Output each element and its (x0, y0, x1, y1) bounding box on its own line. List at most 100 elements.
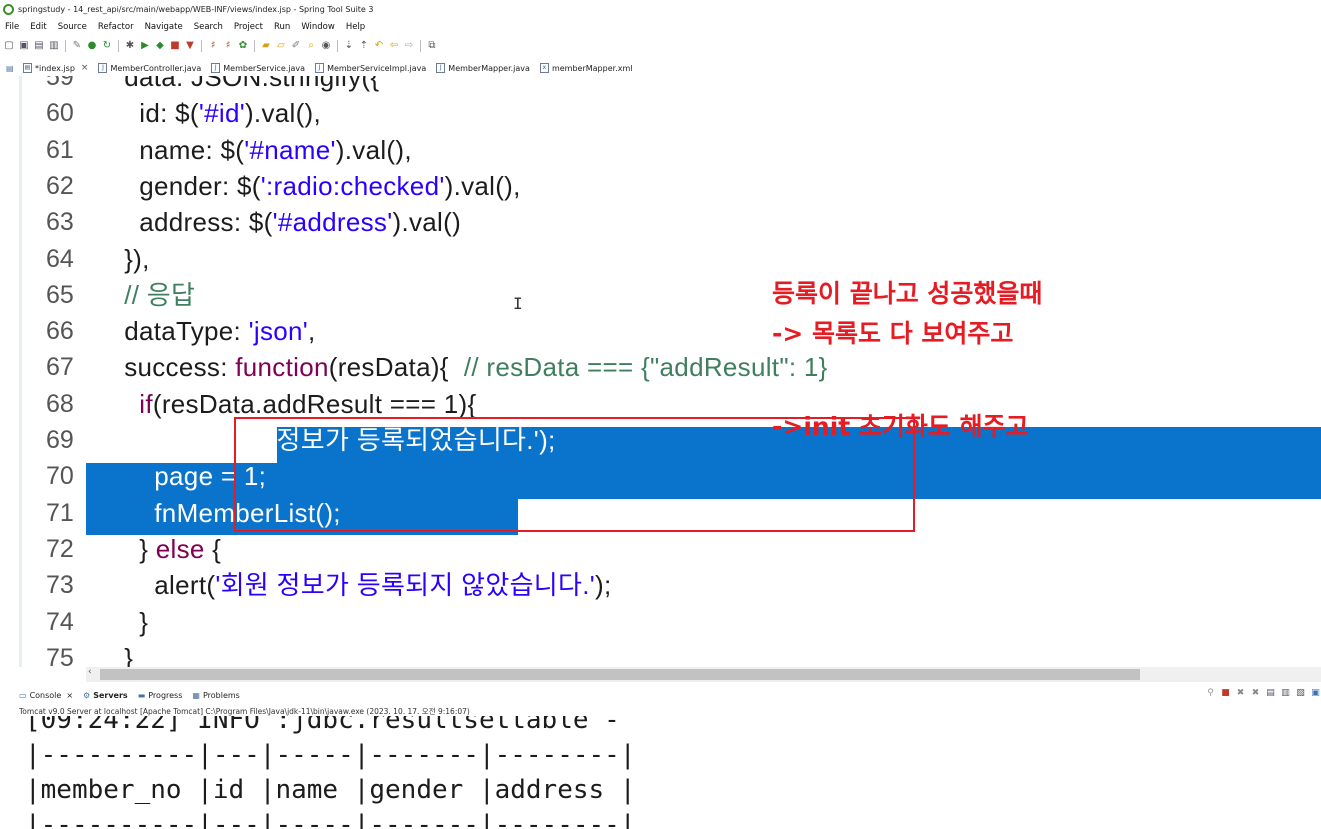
server-icon[interactable]: ▼ (184, 40, 196, 52)
tab-member-service[interactable]: J MemberService.java (207, 60, 311, 76)
tab-label: Problems (202, 690, 240, 700)
code-line[interactable]: 72 } else { (22, 531, 1321, 567)
code-token: '#name' (244, 134, 336, 165)
word-wrap-icon[interactable]: ▧ (1295, 688, 1306, 698)
minimized-view-icon[interactable]: ▤ (6, 64, 14, 73)
menu-source[interactable]: Source (58, 22, 87, 32)
code-text: data: JSON.stringify({ (64, 76, 379, 95)
save-icon[interactable]: ▣ (18, 40, 30, 52)
code-token: // resData === {"addResult": 1} (463, 352, 828, 383)
wand-icon[interactable]: ✎ (71, 40, 83, 52)
globe-icon[interactable]: ◉ (320, 40, 332, 52)
code-line[interactable]: 59 data: JSON.stringify({ (22, 76, 1321, 95)
code-token: } (64, 606, 149, 637)
open-perspective-icon[interactable]: ⧉ (426, 40, 438, 52)
code-line[interactable]: 75 } (22, 640, 1321, 667)
tab-problems[interactable]: ▦ Problems (192, 691, 239, 700)
code-text: }), (64, 241, 150, 277)
menu-window[interactable]: Window (301, 22, 335, 32)
tab-member-service-impl[interactable]: J MemberServiceImpl.java (311, 60, 432, 76)
last-edit-icon[interactable]: ↶ (373, 40, 385, 52)
print-icon[interactable]: ▥ (48, 40, 60, 52)
search-icon[interactable]: ⌕ (305, 40, 317, 52)
tab-console[interactable]: ▭ Console × (19, 691, 73, 700)
menu-navigate[interactable]: Navigate (145, 22, 183, 32)
stop-icon[interactable]: ● (86, 40, 98, 52)
code-line[interactable]: 62 gender: $(':radio:checked').val(), (22, 168, 1321, 204)
prev-annotation-icon[interactable]: ⇡ (358, 40, 370, 52)
code-line[interactable]: 73 alert('회원 정보가 등록되지 않았습니다.'); (22, 567, 1321, 603)
code-token: data: JSON.stringify({ (64, 76, 380, 92)
code-line[interactable]: 63 address: $('#address').val() (22, 204, 1321, 240)
new-class-icon[interactable]: ♯ (207, 40, 219, 52)
toolbar-separator (420, 40, 421, 52)
code-text: alert('회원 정보가 등록되지 않았습니다.'); (64, 567, 612, 603)
code-line[interactable]: 74 } (22, 604, 1321, 640)
forward-icon[interactable]: ⇨ (403, 40, 415, 52)
code-line[interactable]: 66 dataType: 'json', (22, 313, 1321, 349)
save-all-icon[interactable]: ▤ (33, 40, 45, 52)
run-icon[interactable]: ▶ (139, 40, 151, 52)
code-token: ).val(), (244, 98, 322, 129)
remove-launch-icon[interactable]: ✖ (1235, 688, 1246, 698)
menu-refactor[interactable]: Refactor (98, 22, 134, 32)
code-token: ); (595, 570, 612, 601)
menu-search[interactable]: Search (194, 22, 223, 32)
spring-icon[interactable]: ✿ (237, 40, 249, 52)
code-token: { (204, 533, 222, 564)
console-output[interactable]: [09:24:22] INFO :jdbc.resultsettable - |-… (19, 716, 1321, 829)
tab-member-mapper-xml[interactable]: x memberMapper.xml (536, 60, 639, 76)
menu-project[interactable]: Project (234, 22, 263, 32)
console-line: |----------|---|-----|-------|--------| (25, 810, 636, 829)
new-file-icon[interactable]: ▢ (3, 40, 15, 52)
code-line[interactable]: 64 }), (22, 241, 1321, 277)
remove-all-icon[interactable]: ✖ (1250, 688, 1261, 698)
title-bar: springstudy - 14_rest_api/src/main/webap… (0, 0, 1321, 18)
external-tools-icon[interactable]: ■ (169, 40, 181, 52)
scroll-left-icon[interactable]: ‹ (88, 667, 92, 677)
scroll-lock-icon[interactable]: ▥ (1280, 688, 1291, 698)
display-console-icon[interactable]: ▣ (1310, 688, 1321, 698)
run-history-icon[interactable]: ◆ (154, 40, 166, 52)
text-cursor-icon: I (513, 294, 523, 313)
tab-member-mapper[interactable]: J MemberMapper.java (432, 60, 536, 76)
code-token: address: $( (64, 207, 273, 238)
pen-icon[interactable]: ✐ (290, 40, 302, 52)
menu-help[interactable]: Help (346, 22, 365, 32)
open-resource-icon[interactable]: ▱ (275, 40, 287, 52)
menu-file[interactable]: File (5, 22, 19, 32)
code-text: } (64, 604, 148, 640)
editor-horizontal-scrollbar[interactable]: ‹ (86, 667, 1321, 682)
menu-edit[interactable]: Edit (30, 22, 46, 32)
clear-console-icon[interactable]: ▤ (1265, 688, 1276, 698)
open-type-icon[interactable]: ▰ (260, 40, 272, 52)
refresh-icon[interactable]: ↻ (101, 40, 113, 52)
editor-tab-bar: ▤ *index.jsp × J MemberController.java J… (19, 60, 1321, 76)
tab-progress[interactable]: ▬ Progress (138, 691, 183, 700)
code-editor[interactable]: 59 data: JSON.stringify({60 id: $('#id')… (19, 76, 1321, 667)
tab-member-controller[interactable]: J MemberController.java (94, 60, 207, 76)
next-annotation-icon[interactable]: ⇣ (343, 40, 355, 52)
code-line[interactable]: 65 // 응답 (22, 277, 1321, 313)
scrollbar-thumb[interactable] (100, 669, 1140, 680)
code-line[interactable]: 67 success: function(resData){ // resDat… (22, 349, 1321, 385)
terminate-icon[interactable]: ■ (1220, 688, 1231, 698)
code-token: (resData.addResult === 1){ (152, 388, 477, 419)
back-icon[interactable]: ⇦ (388, 40, 400, 52)
pin-icon[interactable]: ⚲ (1205, 688, 1216, 698)
debug-icon[interactable]: ✱ (124, 40, 136, 52)
java-file-icon: J (211, 63, 221, 73)
menu-run[interactable]: Run (274, 22, 290, 32)
close-icon[interactable]: × (81, 63, 89, 73)
window-title: springstudy - 14_rest_api/src/main/webap… (18, 4, 374, 14)
java-file-icon: J (315, 63, 325, 73)
new-package-icon[interactable]: ♯ (222, 40, 234, 52)
toolbar-separator (254, 40, 255, 52)
tab-index-jsp[interactable]: ▤ *index.jsp × (19, 60, 95, 76)
progress-icon: ▬ (137, 690, 146, 700)
code-line[interactable]: 60 id: $('#id').val(), (22, 95, 1321, 131)
code-line[interactable]: 61 name: $('#name').val(), (22, 132, 1321, 168)
code-token: (resData){ (328, 352, 464, 383)
tab-servers[interactable]: ⚙ Servers (83, 691, 128, 700)
close-icon[interactable]: × (66, 691, 73, 700)
